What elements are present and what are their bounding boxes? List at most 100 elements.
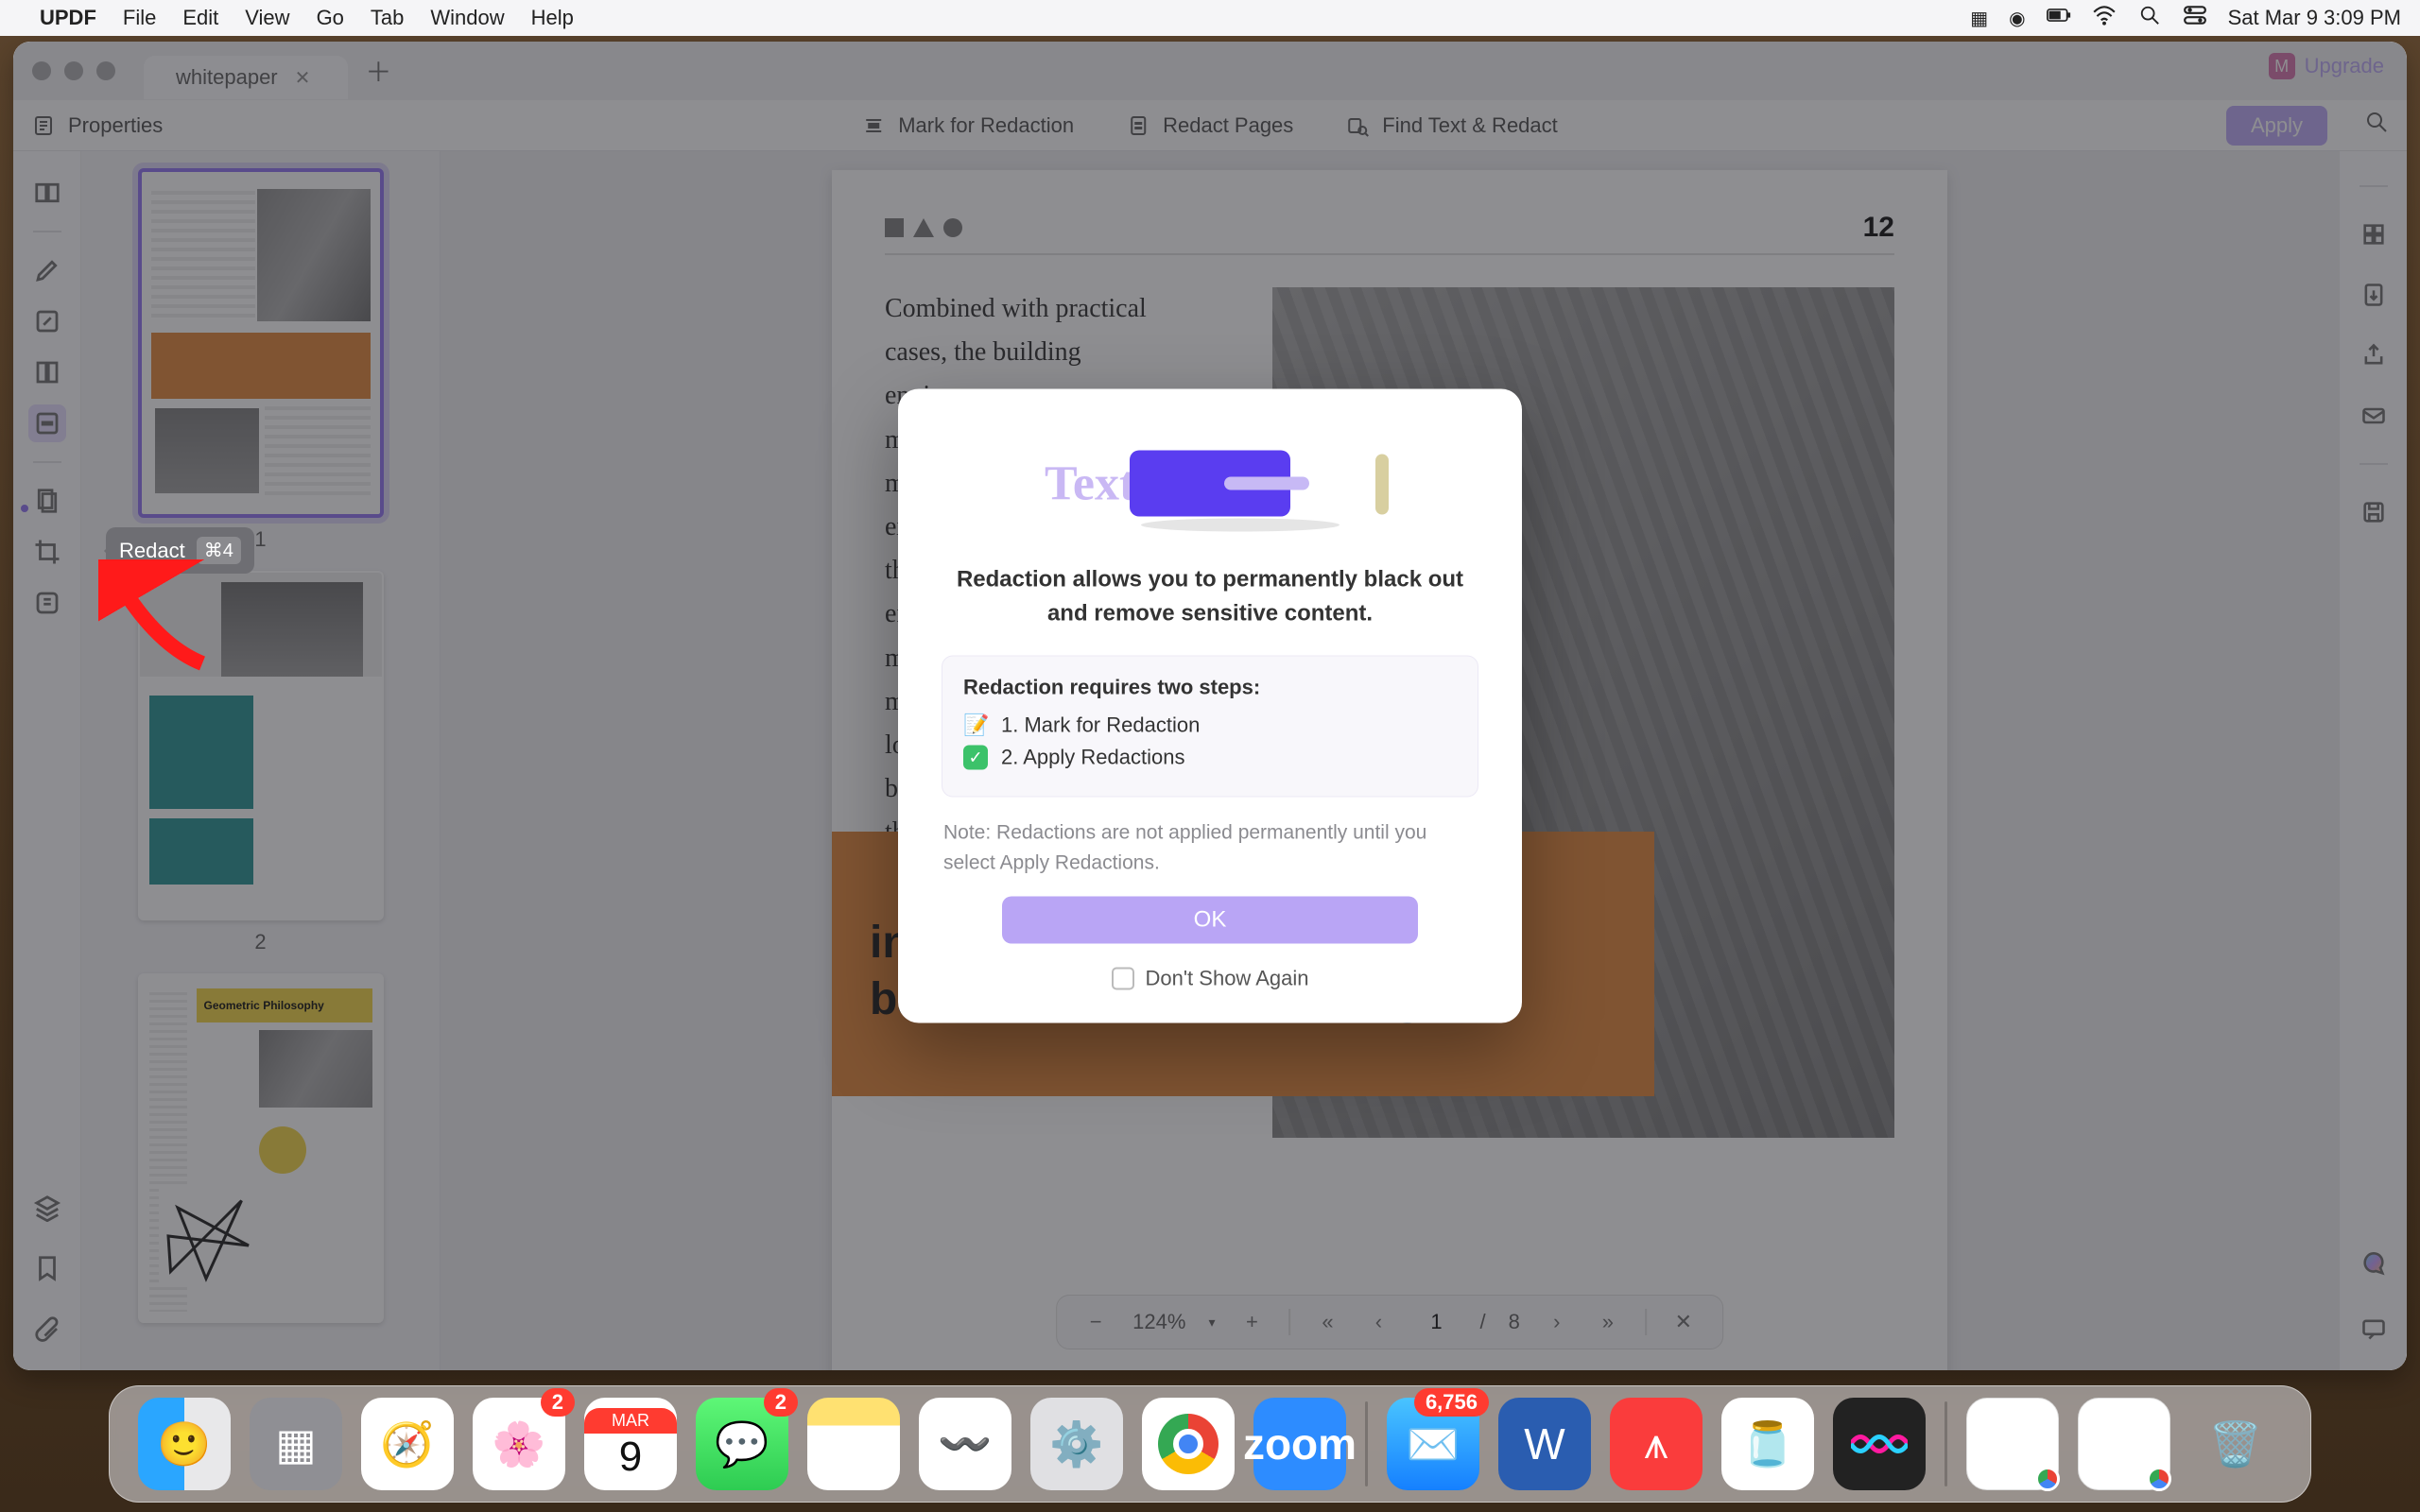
thumbnails-toggle[interactable] <box>2355 215 2393 253</box>
dock-photos[interactable]: 🌸2 <box>473 1398 565 1490</box>
mark-for-redaction-button[interactable]: Mark for Redaction <box>862 113 1074 138</box>
tab-close-icon[interactable]: ✕ <box>295 66 311 90</box>
form-tool[interactable] <box>28 584 66 622</box>
redact-pages-button[interactable]: Redact Pages <box>1127 113 1293 138</box>
close-navigator-button[interactable]: ✕ <box>1669 1308 1698 1336</box>
dialog-description: Redaction allows you to permanently blac… <box>942 563 1478 631</box>
dock-settings[interactable]: ⚙️ <box>1030 1398 1123 1490</box>
dialog-steps-panel: Redaction requires two steps: 📝 1. Mark … <box>942 656 1478 798</box>
add-tab-button[interactable]: ＋ <box>365 52 391 90</box>
dock-zoom[interactable]: zoom <box>1253 1398 1346 1490</box>
menubar-app-name[interactable]: UPDF <box>40 6 96 30</box>
email-button[interactable] <box>2355 397 2393 435</box>
find-label: Find Text & Redact <box>1382 113 1557 138</box>
dock-photos-badge: 2 <box>541 1388 575 1417</box>
zoom-in-button[interactable]: + <box>1237 1308 1266 1336</box>
annotate-tool[interactable] <box>28 251 66 289</box>
menubar-wifi-icon[interactable] <box>2092 5 2117 31</box>
save-button[interactable] <box>2355 493 2393 531</box>
menu-help[interactable]: Help <box>531 6 574 30</box>
page-tools[interactable] <box>28 482 66 520</box>
dock-ink[interactable]: 🫙 <box>1721 1398 1814 1490</box>
dock-mail[interactable]: ✉️6,756 <box>1387 1398 1479 1490</box>
crop-tool[interactable] <box>28 533 66 571</box>
window-maximize-button[interactable] <box>96 61 115 80</box>
reader-tool[interactable] <box>28 174 66 212</box>
dialog-note: Note: Redactions are not applied permane… <box>943 818 1477 878</box>
cal-day: 9 <box>619 1434 642 1481</box>
menu-view[interactable]: View <box>245 6 289 30</box>
bookmarks-tool[interactable] <box>28 1249 66 1287</box>
window-close-button[interactable] <box>32 61 51 80</box>
menubar-control-center-icon[interactable] <box>2183 5 2207 31</box>
zoom-out-button[interactable]: − <box>1081 1308 1110 1336</box>
document-tab[interactable]: whitepaper ✕ <box>144 56 348 99</box>
dock-calendar[interactable]: MAR9 <box>584 1398 677 1490</box>
attachments-tool[interactable] <box>28 1310 66 1348</box>
dialog-step-1: 1. Mark for Redaction <box>1001 713 1200 738</box>
separator <box>1645 1309 1647 1335</box>
find-and-redact-button[interactable]: Find Text & Redact <box>1346 113 1557 138</box>
dock-notes[interactable] <box>807 1398 900 1490</box>
export-button[interactable] <box>2355 276 2393 314</box>
zoom-level[interactable]: 124% <box>1132 1310 1185 1334</box>
comments-button[interactable] <box>2355 1310 2393 1348</box>
dock-mail-badge: 6,756 <box>1414 1388 1489 1417</box>
page-number: 12 <box>1863 212 1894 244</box>
menubar-spotlight-icon[interactable] <box>2137 5 2162 31</box>
page-input[interactable] <box>1415 1310 1457 1334</box>
menu-tab[interactable]: Tab <box>371 6 404 30</box>
thumbnail-page-1[interactable] <box>138 168 384 518</box>
dialog-steps-title: Redaction requires two steps: <box>963 676 1457 700</box>
next-page-button[interactable]: › <box>1543 1308 1571 1336</box>
organize-pages-tool[interactable] <box>28 353 66 391</box>
separator <box>33 231 61 232</box>
zoom-dropdown-icon[interactable]: ▾ <box>1208 1314 1215 1331</box>
dock-chrome[interactable] <box>1142 1398 1235 1490</box>
properties-button[interactable]: Properties <box>32 113 163 138</box>
thumbnail-page-3[interactable]: Geometric Philosophy <box>138 973 384 1323</box>
ai-assistant-button[interactable] <box>2355 1246 2393 1283</box>
user-avatar: M <box>2269 53 2295 79</box>
dock-trash[interactable]: 🗑️ <box>2189 1398 2282 1490</box>
redaction-intro-dialog: Text Redaction allows you to permanently… <box>898 389 1522 1023</box>
menu-window[interactable]: Window <box>430 6 504 30</box>
dont-show-again-row[interactable]: Don't Show Again <box>942 967 1478 991</box>
dock-app-wave[interactable] <box>1833 1398 1926 1490</box>
prev-page-button[interactable]: ‹ <box>1364 1308 1392 1336</box>
dock-word[interactable]: W <box>1498 1398 1591 1490</box>
redact-tool[interactable] <box>28 404 66 442</box>
window-minimize-button[interactable] <box>64 61 83 80</box>
dont-show-checkbox[interactable] <box>1112 968 1134 990</box>
menu-edit[interactable]: Edit <box>182 6 218 30</box>
dock-acrobat[interactable]: ⩚ <box>1610 1398 1703 1490</box>
dock-messages[interactable]: 💬2 <box>696 1398 788 1490</box>
pencil-icon: 📝 <box>963 713 988 738</box>
share-button[interactable] <box>2355 336 2393 374</box>
dock-minimized-window-1[interactable] <box>1966 1398 2059 1490</box>
apply-button[interactable]: Apply <box>2226 106 2327 146</box>
menu-go[interactable]: Go <box>317 6 344 30</box>
check-icon: ✓ <box>963 746 988 770</box>
text-line: Combined with practical <box>885 294 1147 323</box>
dock-launchpad[interactable]: ▦ <box>250 1398 342 1490</box>
dock-finder[interactable]: 🙂 <box>138 1398 231 1490</box>
search-icon[interactable] <box>2365 111 2388 140</box>
properties-icon <box>32 114 55 137</box>
menu-file[interactable]: File <box>123 6 156 30</box>
page-navigator: − 124% ▾ + « ‹ / 8 › » ✕ <box>1056 1295 1723 1349</box>
right-tool-strip <box>2339 151 2407 1370</box>
menubar-tray-icon[interactable]: ▦ <box>1970 7 1988 30</box>
upgrade-button[interactable]: M Upgrade <box>2269 53 2384 79</box>
dock-safari[interactable]: 🧭 <box>361 1398 454 1490</box>
layers-tool[interactable] <box>28 1189 66 1227</box>
first-page-button[interactable]: « <box>1313 1308 1341 1336</box>
dock-minimized-window-2[interactable] <box>2078 1398 2170 1490</box>
menubar-clock[interactable]: Sat Mar 9 3:09 PM <box>2228 6 2401 30</box>
menubar-battery-icon[interactable] <box>2047 5 2071 31</box>
menubar-grammarly-icon[interactable]: ◉ <box>2009 7 2025 30</box>
dialog-ok-button[interactable]: OK <box>1002 897 1418 944</box>
edit-text-tool[interactable] <box>28 302 66 340</box>
dock-freeform[interactable]: 〰️ <box>919 1398 1011 1490</box>
last-page-button[interactable]: » <box>1594 1308 1622 1336</box>
